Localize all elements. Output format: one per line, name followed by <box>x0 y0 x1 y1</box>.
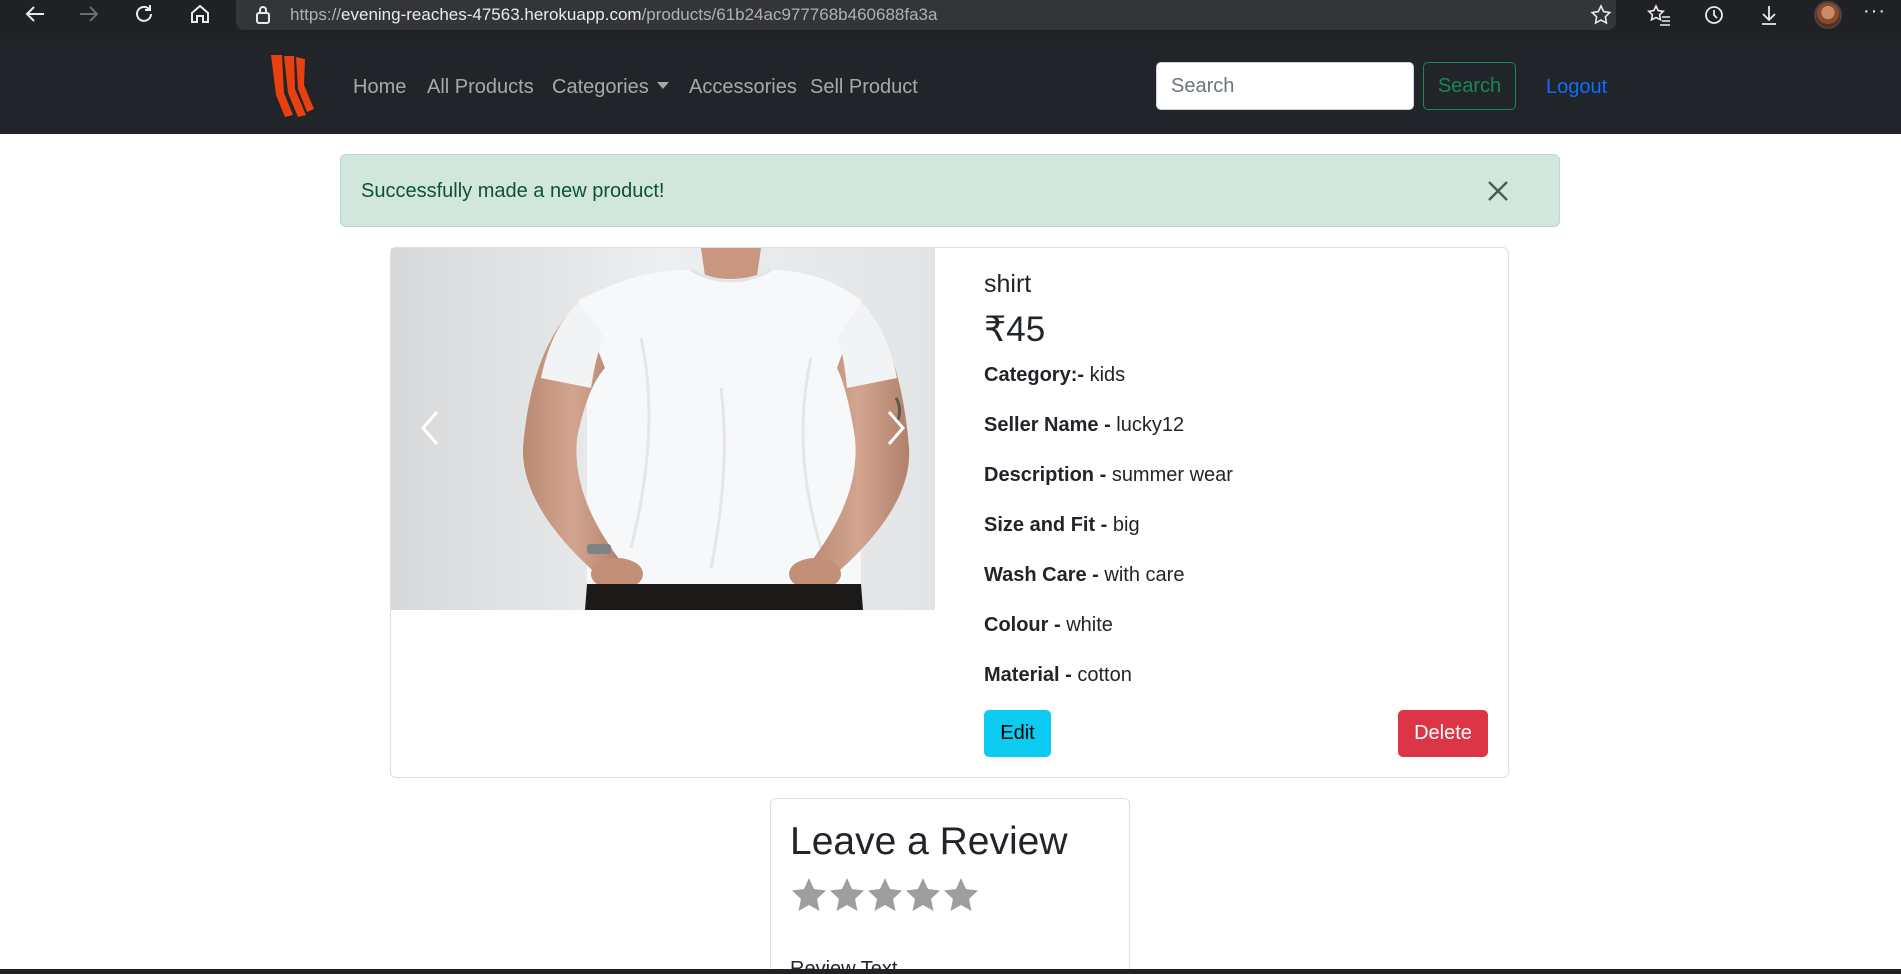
star-icon[interactable] <box>866 876 904 916</box>
attr-label: Description - <box>984 464 1107 486</box>
close-icon[interactable] <box>1483 176 1513 206</box>
success-alert: Successfully made a new product! <box>340 154 1560 227</box>
attr-description: Description - summer wear <box>984 464 1233 487</box>
attr-label: Wash Care - <box>984 564 1099 586</box>
brand-logo[interactable] <box>268 53 316 119</box>
caret-down-icon <box>656 82 669 89</box>
more-menu-icon[interactable]: ··· <box>1863 0 1886 23</box>
url-text[interactable]: https://evening-reaches-47563.herokuapp.… <box>290 5 937 25</box>
attr-value: with care <box>1104 564 1185 586</box>
nav-home[interactable]: Home <box>353 76 406 99</box>
attr-wash-care: Wash Care - with care <box>984 564 1184 587</box>
attr-seller-name: Seller Name - lucky12 <box>984 414 1184 437</box>
attr-category: Category:- kids <box>984 364 1125 387</box>
window-bottom-edge <box>0 969 1901 974</box>
forward-icon[interactable] <box>69 0 109 28</box>
url-host: evening-reaches-47563.herokuapp.com <box>341 5 642 24</box>
downloads-icon[interactable] <box>1756 2 1782 28</box>
nav-all-products[interactable]: All Products <box>427 76 534 99</box>
attr-label: Seller Name - <box>984 414 1111 436</box>
attr-material: Material - cotton <box>984 664 1132 687</box>
profile-avatar[interactable] <box>1814 1 1842 29</box>
edit-button[interactable]: Edit <box>984 710 1051 757</box>
home-icon[interactable] <box>180 0 220 28</box>
review-heading: Leave a Review <box>790 820 1068 863</box>
attr-colour: Colour - white <box>984 614 1113 637</box>
attr-value: summer wear <box>1111 464 1233 486</box>
page: https://evening-reaches-47563.herokuapp.… <box>0 0 1901 974</box>
address-bar[interactable]: https://evening-reaches-47563.herokuapp.… <box>236 0 1616 30</box>
attr-value: cotton <box>1077 664 1132 686</box>
search-button[interactable]: Search <box>1423 62 1516 110</box>
star-icon[interactable] <box>942 876 980 916</box>
product-title: shirt <box>984 270 1032 298</box>
search-input[interactable] <box>1156 62 1414 110</box>
attr-size-and-fit: Size and Fit - big <box>984 514 1140 537</box>
attr-label: Size and Fit - <box>984 514 1108 536</box>
attr-value: kids <box>1089 364 1126 386</box>
attr-label: Colour - <box>984 614 1061 636</box>
history-icon[interactable] <box>1701 2 1727 28</box>
lock-icon[interactable] <box>254 5 272 25</box>
product-image <box>391 248 935 610</box>
back-icon[interactable] <box>15 0 55 28</box>
logout-link[interactable]: Logout <box>1546 76 1607 99</box>
star-icon[interactable] <box>790 876 828 916</box>
nav-sell-product[interactable]: Sell Product <box>810 76 918 99</box>
carousel-next-icon[interactable] <box>881 406 911 450</box>
browser-toolbar: https://evening-reaches-47563.herokuapp.… <box>0 0 1901 39</box>
star-icon[interactable] <box>904 876 942 916</box>
carousel-prev-icon[interactable] <box>415 406 445 450</box>
favorites-icon[interactable] <box>1646 2 1672 28</box>
attr-value: big <box>1112 514 1140 536</box>
alert-message: Successfully made a new product! <box>361 180 665 202</box>
nav-categories-label: Categories <box>552 76 649 98</box>
product-image-carousel[interactable] <box>391 248 935 610</box>
star-rating-input[interactable] <box>790 876 980 918</box>
star-icon[interactable] <box>828 876 866 916</box>
attr-value: white <box>1066 614 1113 636</box>
product-price: ₹45 <box>984 310 1046 349</box>
nav-accessories[interactable]: Accessories <box>689 76 797 99</box>
delete-button[interactable]: Delete <box>1398 710 1488 757</box>
attr-label: Material - <box>984 664 1072 686</box>
url-prefix: https:// <box>290 5 342 24</box>
url-path: /products/61b24ac977768b460688fa3a <box>641 5 938 24</box>
refresh-icon[interactable] <box>124 0 164 28</box>
nav-categories-dropdown[interactable]: Categories <box>552 76 669 99</box>
add-favorite-icon[interactable] <box>1588 2 1614 28</box>
attr-label: Category:- <box>984 364 1085 386</box>
attr-value: lucky12 <box>1116 414 1185 436</box>
